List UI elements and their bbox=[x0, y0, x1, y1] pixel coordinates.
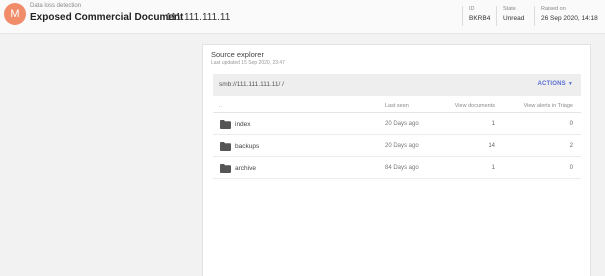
meta-id-label: ID bbox=[469, 6, 475, 12]
col-view-documents[interactable]: View documents bbox=[455, 103, 495, 109]
alert-count[interactable]: 0 bbox=[570, 165, 573, 171]
document-count[interactable]: 1 bbox=[492, 121, 495, 127]
folder-name[interactable]: archive bbox=[235, 165, 256, 172]
source-explorer-card: Source explorer Last updated 15 Sep 2020… bbox=[202, 44, 591, 276]
col-name[interactable]: .. bbox=[219, 103, 222, 109]
last-seen: 20 Days ago bbox=[385, 143, 419, 149]
folder-icon bbox=[220, 142, 231, 151]
alert-count[interactable]: 2 bbox=[570, 143, 573, 149]
actions-label: ACTIONS bbox=[537, 81, 566, 87]
meta-id-value: BKRB4 bbox=[469, 15, 491, 22]
actions-button[interactable]: ACTIONS ▼ bbox=[537, 81, 573, 87]
current-path: smb://111.111.111.11/ / bbox=[219, 81, 284, 88]
meta-state-value: Unread bbox=[503, 15, 525, 22]
meta-state-label: State bbox=[503, 6, 516, 12]
meta-raised-on: Raised on 26 Sep 2020, 14:18 bbox=[534, 6, 598, 26]
card-title: Source explorer bbox=[211, 50, 264, 59]
meta-raised-on-label: Raised on bbox=[541, 6, 566, 12]
folder-icon bbox=[220, 120, 231, 129]
table-row[interactable]: index 20 Days ago 1 0 bbox=[213, 114, 581, 135]
alert-count[interactable]: 0 bbox=[570, 121, 573, 127]
last-updated: Last updated 15 Sep 2020, 23:47 bbox=[211, 60, 285, 66]
avatar: M bbox=[4, 3, 26, 25]
table-header: .. Last seen View documents View alerts … bbox=[213, 99, 581, 113]
col-view-alerts[interactable]: View alerts in Triage bbox=[524, 103, 573, 109]
meta-raised-on-value: 26 Sep 2020, 14:18 bbox=[541, 15, 598, 22]
ip-address: 111.111.111.11 bbox=[166, 12, 231, 23]
meta-state: State Unread bbox=[496, 6, 524, 26]
folder-icon bbox=[220, 164, 231, 173]
document-count[interactable]: 1 bbox=[492, 165, 495, 171]
caret-down-icon: ▼ bbox=[567, 81, 573, 87]
path-bar: smb://111.111.111.11/ / ACTIONS ▼ bbox=[213, 74, 581, 96]
alert-category: Data loss detection bbox=[30, 3, 82, 9]
page-title: Exposed Commercial Document bbox=[30, 12, 184, 23]
folder-name[interactable]: index bbox=[235, 121, 251, 128]
table-row[interactable]: backups 20 Days ago 14 2 bbox=[213, 136, 581, 157]
document-count[interactable]: 14 bbox=[488, 143, 495, 149]
col-last-seen[interactable]: Last seen bbox=[385, 103, 409, 109]
last-seen: 84 Days ago bbox=[385, 165, 419, 171]
last-seen: 20 Days ago bbox=[385, 121, 419, 127]
meta-id: ID BKRB4 bbox=[462, 6, 490, 26]
alert-header: M Data loss detection Exposed Commercial… bbox=[0, 0, 605, 34]
table-row[interactable]: archive 84 Days ago 1 0 bbox=[213, 158, 581, 179]
folder-name[interactable]: backups bbox=[235, 143, 259, 150]
